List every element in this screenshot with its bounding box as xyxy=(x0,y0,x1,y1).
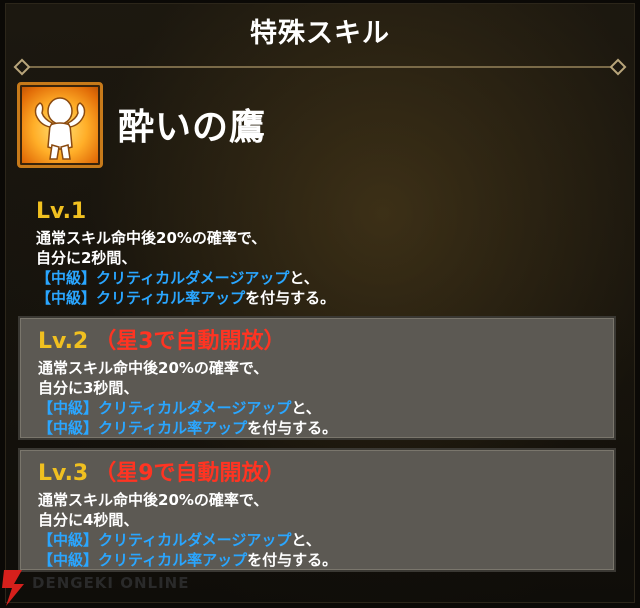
buff-crit-rate: 【中級】クリティカル率アップ xyxy=(38,419,248,437)
level-label: Lv.1 xyxy=(36,199,87,224)
watermark-text: DENGEKI ONLINE xyxy=(32,574,190,592)
level-label: Lv.2 xyxy=(38,329,89,354)
unlock-condition: （星9で自動開放） xyxy=(94,461,286,486)
description-suffix: と、 xyxy=(289,269,319,287)
description-suffix: を付与する。 xyxy=(247,419,338,437)
header-divider xyxy=(20,66,620,68)
skill-icon xyxy=(17,82,103,168)
skill-level-2: Lv.2 （星3で自動開放） 通常スキル命中後20%の確率で、 自分に3秒間、 【… xyxy=(18,316,616,440)
skill-name: 酔いの鷹 xyxy=(118,107,267,148)
flexing-character-icon xyxy=(34,97,86,160)
skill-level-1: Lv.1 通常スキル命中後20%の確率で、 自分に2秒間、 【中級】クリティカル… xyxy=(18,188,616,308)
buff-crit-damage: 【中級】クリティカルダメージアップ xyxy=(36,269,290,287)
buff-crit-damage: 【中級】クリティカルダメージアップ xyxy=(38,399,292,417)
description-suffix: と、 xyxy=(291,531,321,549)
description-suffix: を付与する。 xyxy=(245,289,336,307)
buff-crit-damage: 【中級】クリティカルダメージアップ xyxy=(38,531,292,549)
description-line: 自分に2秒間、 xyxy=(36,249,137,267)
buff-crit-rate: 【中級】クリティカル率アップ xyxy=(38,551,248,569)
buff-crit-rate: 【中級】クリティカル率アップ xyxy=(36,289,246,307)
description-line: 通常スキル命中後20%の確率で、 xyxy=(36,229,267,247)
description-line: 自分に4秒間、 xyxy=(38,511,139,529)
level-label: Lv.3 xyxy=(38,461,89,486)
description-line: 通常スキル命中後20%の確率で、 xyxy=(38,359,269,377)
panel-title: 特殊スキル xyxy=(250,18,390,49)
skill-level-3: Lv.3 （星9で自動開放） 通常スキル命中後20%の確率で、 自分に4秒間、 【… xyxy=(18,448,616,572)
description-line: 通常スキル命中後20%の確率で、 xyxy=(38,491,269,509)
description-suffix: を付与する。 xyxy=(247,551,338,569)
description-line: 自分に3秒間、 xyxy=(38,379,139,397)
unlock-condition: （星3で自動開放） xyxy=(94,329,286,354)
description-suffix: と、 xyxy=(291,399,321,417)
